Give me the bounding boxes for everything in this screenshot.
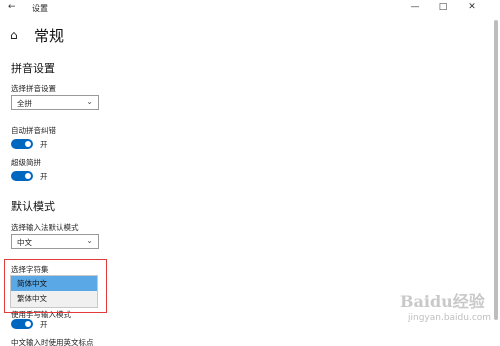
close-icon[interactable]: ✕ <box>465 2 479 12</box>
handwriting-state: 开 <box>40 319 48 329</box>
watermark-url: jingyan.baidu.com <box>408 313 492 323</box>
handwriting-toggle[interactable] <box>11 319 33 329</box>
super-simple-toggle-row: 开 <box>11 170 48 182</box>
watermark: Baidu经验 jingyan.baidu.com <box>400 288 495 338</box>
default-mode-section-title: 默认模式 <box>11 200 55 213</box>
page-header: ⌂ 常规 <box>10 25 64 45</box>
autocorrect-state: 开 <box>40 139 48 149</box>
home-icon: ⌂ <box>10 28 18 42</box>
red-highlight-box <box>4 259 107 313</box>
toggle-knob <box>25 173 31 179</box>
autocorrect-toggle-row: 开 <box>11 138 48 150</box>
super-simple-state: 开 <box>40 171 48 181</box>
autocorrect-label: 自动拼音纠错 <box>11 126 56 135</box>
mode-select-label: 选择输入法默认模式 <box>11 223 79 232</box>
pinyin-select[interactable]: 全拼 ⌄ <box>11 95 99 110</box>
watermark-brand: Baidu经验 <box>400 292 485 311</box>
maximize-icon[interactable]: □ <box>436 2 450 12</box>
super-simple-label: 超级简拼 <box>11 158 41 167</box>
mode-select-value: 中文 <box>17 238 32 247</box>
pinyin-select-value: 全拼 <box>17 99 32 108</box>
pinyin-section-title: 拼音设置 <box>11 62 55 75</box>
pinyin-select-label: 选择拼音设置 <box>11 84 56 93</box>
minimize-icon[interactable]: — <box>408 2 422 12</box>
handwriting-toggle-row: 开 <box>11 318 48 330</box>
title-bar: ← 设置 — □ ✕ <box>0 0 500 17</box>
toggle-knob <box>25 321 31 327</box>
chevron-down-icon: ⌄ <box>86 97 93 106</box>
scrollbar[interactable] <box>494 20 498 320</box>
toggle-knob <box>25 141 31 147</box>
back-arrow-icon[interactable]: ← <box>8 2 16 12</box>
mode-select[interactable]: 中文 ⌄ <box>11 234 99 249</box>
autocorrect-toggle[interactable] <box>11 139 33 149</box>
english-punct-label: 中文输入时使用英文标点 <box>11 338 94 346</box>
super-simple-toggle[interactable] <box>11 171 33 181</box>
chevron-down-icon: ⌄ <box>86 236 93 245</box>
window-title: 设置 <box>32 4 48 13</box>
page-title: 常规 <box>34 26 65 45</box>
